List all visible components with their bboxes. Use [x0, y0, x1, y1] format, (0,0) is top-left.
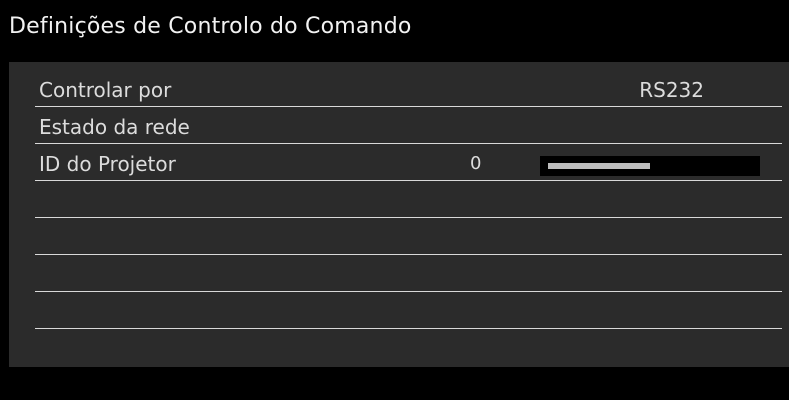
menu-row-empty	[35, 181, 782, 218]
footer-bar	[0, 367, 789, 400]
projector-id-slider-fill	[548, 163, 650, 169]
menu-row-id-do-projetor[interactable]: ID do Projetor 0	[35, 144, 782, 181]
menu-row-value[interactable]: RS232	[639, 78, 704, 102]
menu-row-estado-da-rede[interactable]: Estado da rede	[35, 107, 782, 144]
menu-row-label: ID do Projetor	[39, 152, 176, 176]
menu-row-label: Controlar por	[39, 78, 172, 102]
title-bar: Definições de Controlo do Comando	[0, 0, 789, 58]
menu-title: Definições de Controlo do Comando	[9, 14, 412, 39]
menu-row-label: Estado da rede	[39, 115, 190, 139]
projector-id-value: 0	[470, 153, 482, 174]
menu-row-empty	[35, 255, 782, 292]
menu-row-empty	[35, 292, 782, 329]
osd-menu: Definições de Controlo do Comando Contro…	[0, 0, 789, 400]
menu-row-empty	[35, 218, 782, 255]
projector-id-slider[interactable]	[540, 156, 760, 176]
menu-row-controlar-por[interactable]: Controlar por RS232	[35, 70, 782, 107]
menu-content: Controlar por RS232 Estado da rede ID do…	[9, 62, 789, 367]
